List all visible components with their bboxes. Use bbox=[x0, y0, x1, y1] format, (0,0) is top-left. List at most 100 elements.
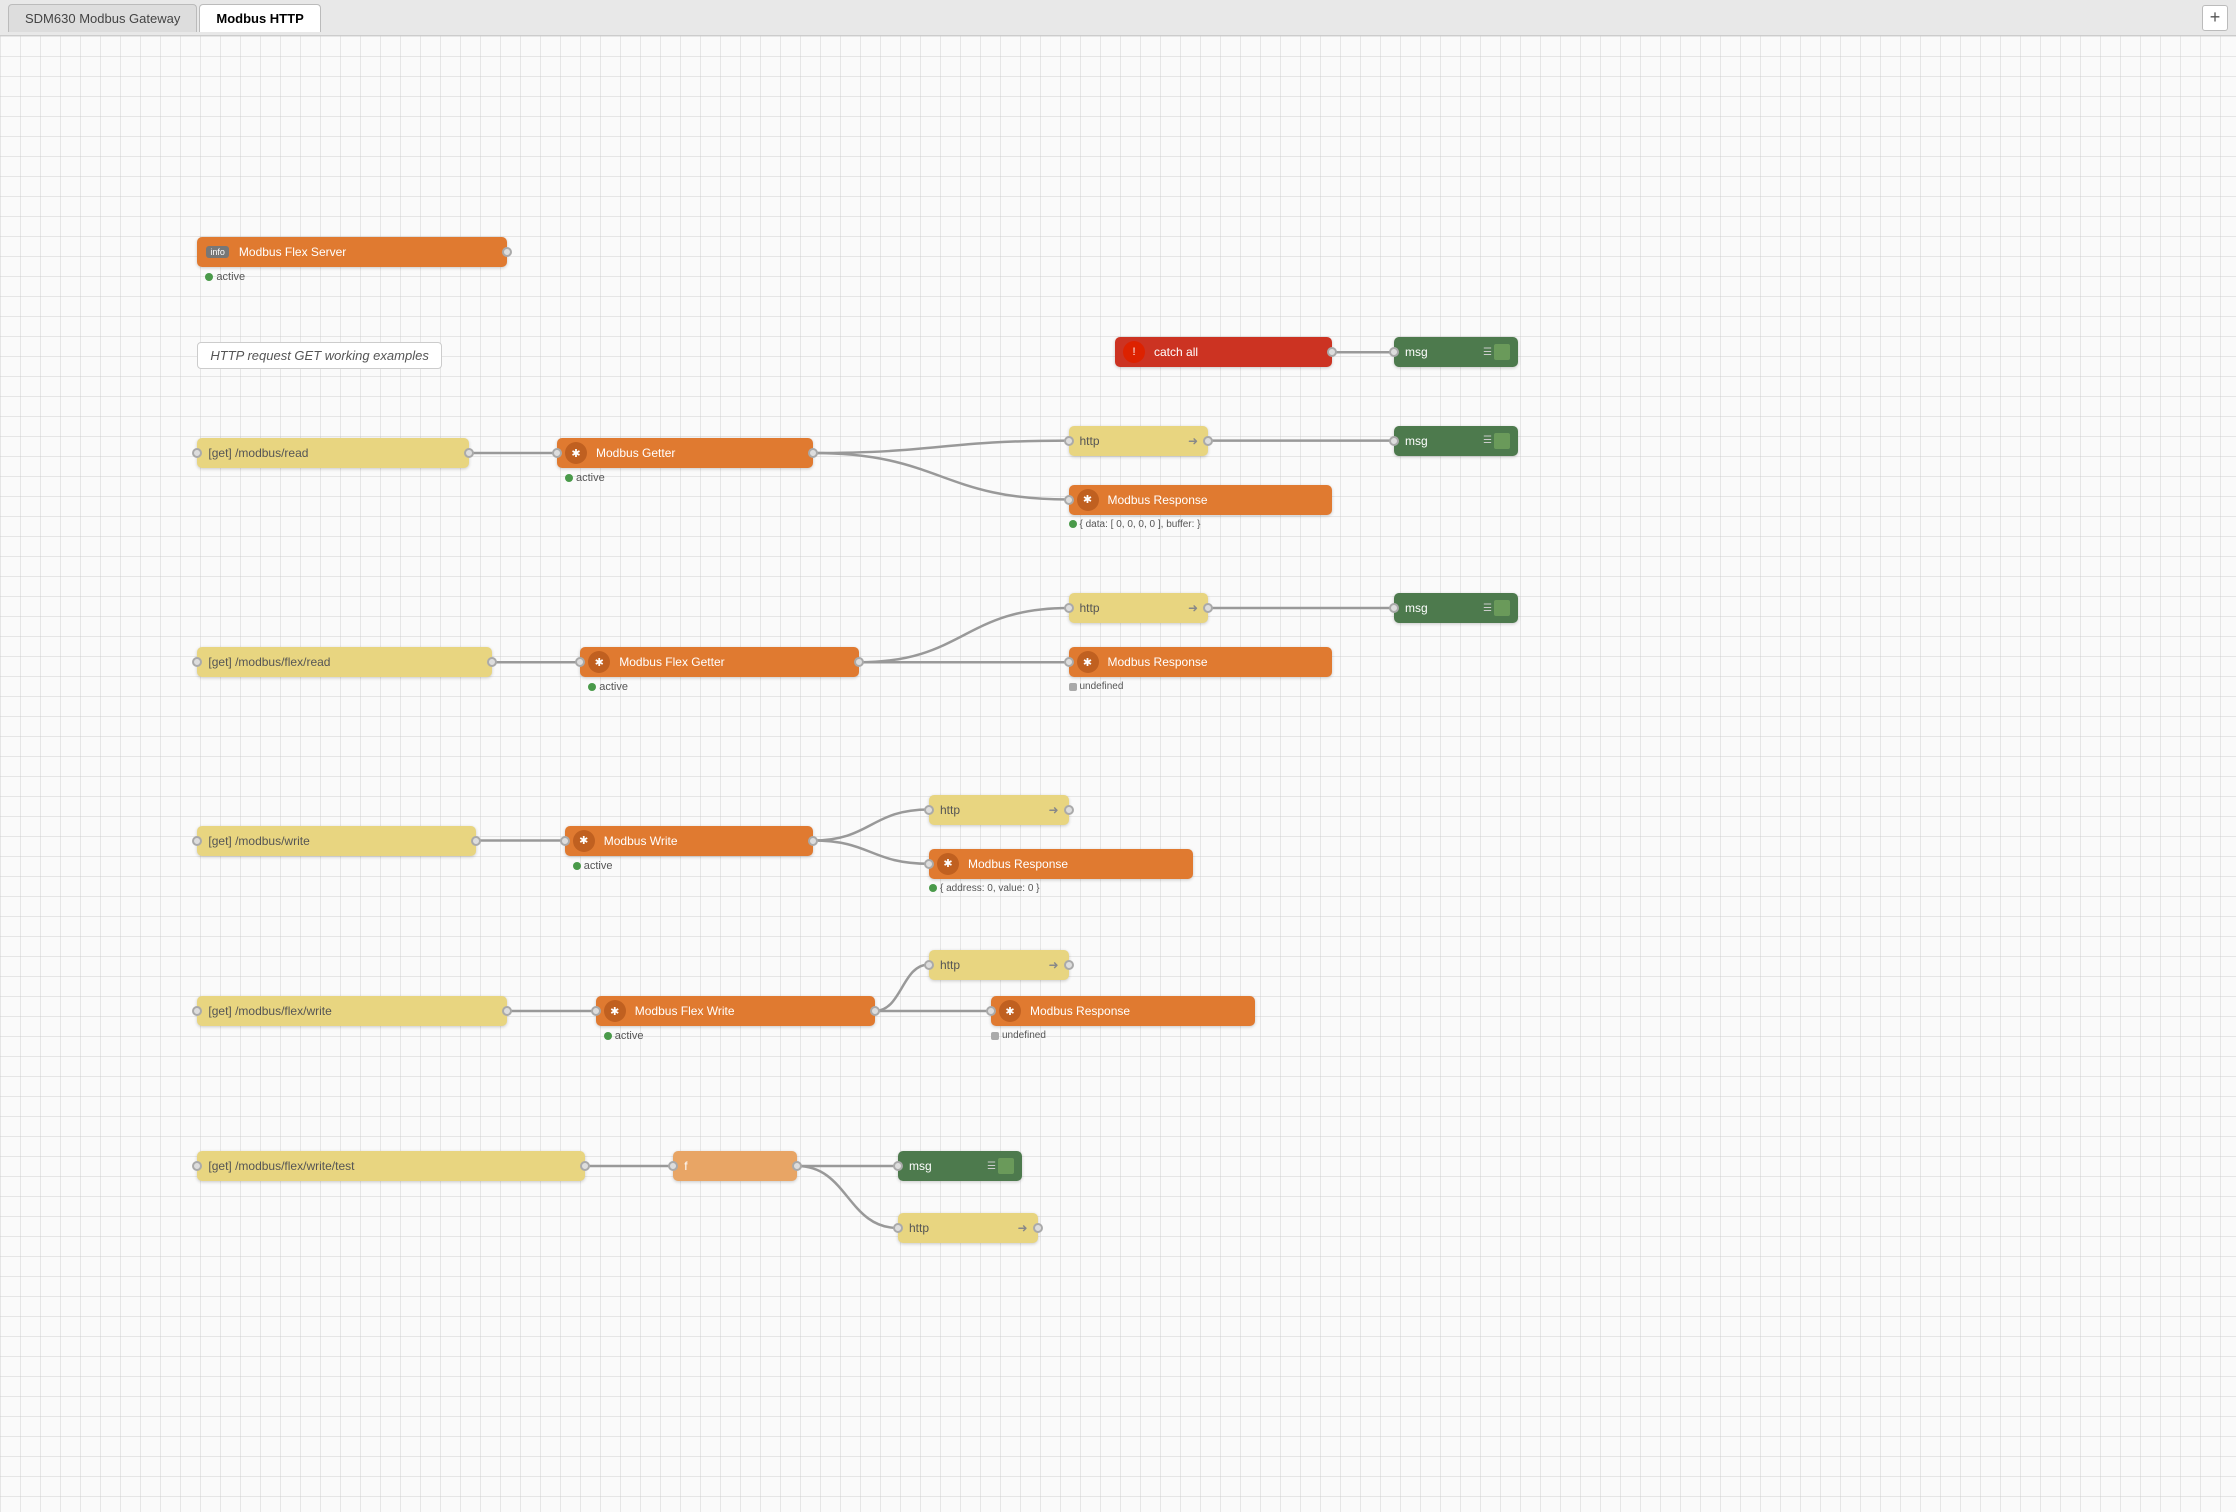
left-port[interactable] bbox=[1389, 603, 1399, 613]
node-status-text-modbus_response_3: { address: 0, value: 0 } bbox=[929, 883, 1040, 894]
node-modbus_response_3[interactable]: ✱Modbus Response bbox=[929, 849, 1193, 879]
node-msg_debug_4[interactable]: msg☰ bbox=[898, 1151, 1022, 1181]
tab-sdm630[interactable]: SDM630 Modbus Gateway bbox=[8, 4, 197, 32]
connection-modbus_flex_getter-to-http_out_2 bbox=[859, 608, 1068, 662]
left-port[interactable] bbox=[591, 1006, 601, 1016]
right-port[interactable] bbox=[1203, 436, 1213, 446]
right-port[interactable] bbox=[854, 657, 864, 667]
node-msg_debug_2[interactable]: msg☰ bbox=[1394, 426, 1518, 456]
node-status-modbus_write: active bbox=[573, 860, 613, 872]
node-label: Modbus Flex Getter bbox=[613, 655, 854, 669]
node-icon: ✱ bbox=[573, 830, 595, 852]
left-port[interactable] bbox=[924, 805, 934, 815]
tab-modbus-http[interactable]: Modbus HTTP bbox=[199, 4, 320, 32]
right-port[interactable] bbox=[1033, 1223, 1043, 1233]
node-http_out_1[interactable]: http➜ bbox=[1069, 426, 1209, 456]
debug-toggle[interactable] bbox=[998, 1158, 1014, 1174]
http-icon: ➜ bbox=[1048, 958, 1058, 972]
left-port[interactable] bbox=[192, 836, 202, 846]
node-http_out_3[interactable]: http➜ bbox=[929, 795, 1069, 825]
debug-toggle[interactable] bbox=[1494, 600, 1510, 616]
node-catch_all[interactable]: !catch all bbox=[1115, 337, 1332, 367]
left-port[interactable] bbox=[192, 448, 202, 458]
left-port[interactable] bbox=[1064, 495, 1074, 505]
list-icon: ☰ bbox=[1481, 347, 1494, 358]
node-http_out_4[interactable]: http➜ bbox=[929, 950, 1069, 980]
right-port[interactable] bbox=[502, 1006, 512, 1016]
left-port[interactable] bbox=[893, 1161, 903, 1171]
left-port[interactable] bbox=[575, 657, 585, 667]
left-port[interactable] bbox=[1064, 657, 1074, 667]
node-label: [get] /modbus/flex/write bbox=[202, 1004, 502, 1018]
node-label: msg bbox=[1399, 434, 1481, 448]
node-label: http bbox=[934, 958, 1048, 972]
right-port[interactable] bbox=[464, 448, 474, 458]
right-port[interactable] bbox=[808, 836, 818, 846]
node-label: http bbox=[1074, 434, 1188, 448]
left-port[interactable] bbox=[668, 1161, 678, 1171]
node-get_modbus_write[interactable]: [get] /modbus/write bbox=[197, 826, 476, 856]
debug-toggle[interactable] bbox=[1494, 344, 1510, 360]
left-port[interactable] bbox=[1064, 436, 1074, 446]
node-label: msg bbox=[903, 1159, 985, 1173]
connection-modbus_write-to-http_out_3 bbox=[813, 810, 929, 841]
right-port[interactable] bbox=[1327, 347, 1337, 357]
debug-toggle[interactable] bbox=[1494, 433, 1510, 449]
node-icon: ✱ bbox=[604, 1000, 626, 1022]
right-port[interactable] bbox=[1203, 603, 1213, 613]
left-port[interactable] bbox=[924, 960, 934, 970]
right-port[interactable] bbox=[487, 657, 497, 667]
connection-modbus_getter-to-http_out_1 bbox=[813, 441, 1069, 453]
left-port[interactable] bbox=[552, 448, 562, 458]
left-port[interactable] bbox=[986, 1006, 996, 1016]
node-label: http bbox=[934, 803, 1048, 817]
node-msg_debug_1[interactable]: msg☰ bbox=[1394, 337, 1518, 367]
right-port[interactable] bbox=[808, 448, 818, 458]
connection-modbus_write-to-modbus_response_3 bbox=[813, 841, 929, 864]
node-label: http bbox=[1074, 601, 1188, 615]
right-port[interactable] bbox=[870, 1006, 880, 1016]
left-port[interactable] bbox=[1389, 347, 1399, 357]
left-port[interactable] bbox=[1389, 436, 1399, 446]
node-modbus_response_4[interactable]: ✱Modbus Response bbox=[991, 996, 1255, 1026]
node-modbus_flex_server[interactable]: infoModbus Flex Server bbox=[197, 237, 507, 267]
left-port[interactable] bbox=[560, 836, 570, 846]
right-port[interactable] bbox=[502, 247, 512, 257]
node-icon: ✱ bbox=[1077, 489, 1099, 511]
node-label: msg bbox=[1399, 601, 1481, 615]
right-port[interactable] bbox=[580, 1161, 590, 1171]
left-port[interactable] bbox=[192, 657, 202, 667]
tab-add-button[interactable]: + bbox=[2202, 5, 2228, 31]
node-modbus_getter[interactable]: ✱Modbus Getter bbox=[557, 438, 813, 468]
right-port[interactable] bbox=[471, 836, 481, 846]
node-get_modbus_flex_write[interactable]: [get] /modbus/flex/write bbox=[197, 996, 507, 1026]
node-modbus_flex_write[interactable]: ✱Modbus Flex Write bbox=[596, 996, 875, 1026]
left-port[interactable] bbox=[192, 1161, 202, 1171]
node-modbus_response_1[interactable]: ✱Modbus Response bbox=[1069, 485, 1333, 515]
node-function_node[interactable]: f bbox=[673, 1151, 797, 1181]
left-port[interactable] bbox=[192, 1006, 202, 1016]
node-modbus_write[interactable]: ✱Modbus Write bbox=[565, 826, 813, 856]
node-get_modbus_read[interactable]: [get] /modbus/read bbox=[197, 438, 468, 468]
tab-bar: SDM630 Modbus Gateway Modbus HTTP + bbox=[0, 0, 2236, 36]
left-port[interactable] bbox=[893, 1223, 903, 1233]
node-label: Modbus Flex Server bbox=[233, 245, 502, 259]
node-icon: ✱ bbox=[565, 442, 587, 464]
left-port[interactable] bbox=[1064, 603, 1074, 613]
left-port[interactable] bbox=[924, 859, 934, 869]
node-msg_debug_3[interactable]: msg☰ bbox=[1394, 593, 1518, 623]
node-get_modbus_flex_read[interactable]: [get] /modbus/flex/read bbox=[197, 647, 492, 677]
node-modbus_flex_getter[interactable]: ✱Modbus Flex Getter bbox=[580, 647, 859, 677]
node-status-text-modbus_response_1: { data: [ 0, 0, 0, 0 ], buffer: } bbox=[1069, 519, 1201, 530]
right-port[interactable] bbox=[1064, 960, 1074, 970]
node-status-modbus_flex_getter: active bbox=[588, 681, 628, 693]
list-icon: ☰ bbox=[1481, 603, 1494, 614]
node-http_out_2[interactable]: http➜ bbox=[1069, 593, 1209, 623]
right-port[interactable] bbox=[792, 1161, 802, 1171]
node-label: http bbox=[903, 1221, 1017, 1235]
node-get_modbus_flex_write_test[interactable]: [get] /modbus/flex/write/test bbox=[197, 1151, 585, 1181]
node-http_out_5[interactable]: http➜ bbox=[898, 1213, 1038, 1243]
node-modbus_response_2[interactable]: ✱Modbus Response bbox=[1069, 647, 1333, 677]
right-port[interactable] bbox=[1064, 805, 1074, 815]
node-icon: ✱ bbox=[1077, 651, 1099, 673]
